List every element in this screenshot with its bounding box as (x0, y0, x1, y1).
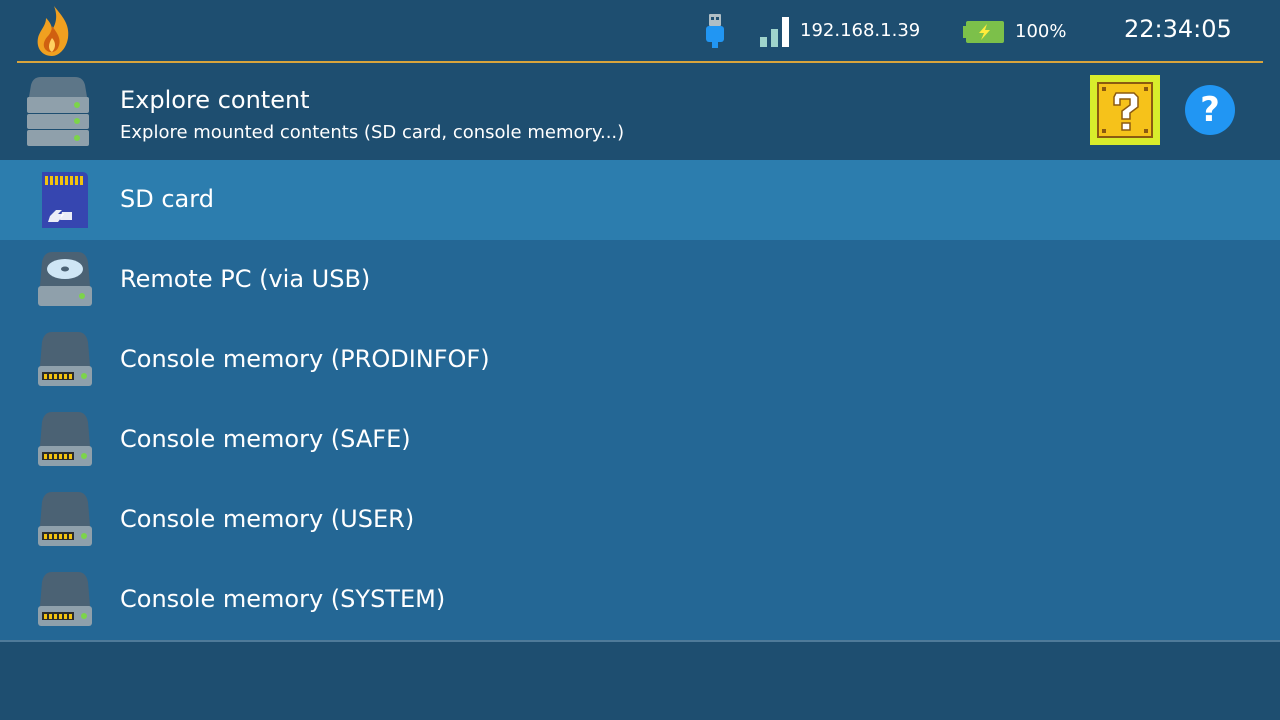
status-bar: 192.168.1.39 100% 22:34:05 (0, 0, 1280, 63)
ip-address: 192.168.1.39 (800, 20, 921, 41)
sd-card-icon (42, 172, 88, 228)
usb-icon (706, 14, 724, 48)
memory-drive-icon (38, 572, 92, 626)
list-item-system[interactable]: Console memory (SYSTEM) (0, 560, 1280, 640)
list-item-safe[interactable]: Console memory (SAFE) (0, 400, 1280, 480)
page-title: Explore content (120, 86, 310, 114)
list-item-remote-pc[interactable]: Remote PC (via USB) (0, 240, 1280, 320)
storage-stack-icon (27, 77, 89, 146)
list-item-label: SD card (120, 185, 214, 213)
list-item-label: Remote PC (via USB) (120, 265, 371, 293)
battery-percentage: 100% (1015, 21, 1067, 42)
optical-drive-icon (38, 252, 92, 306)
flame-logo-icon (37, 6, 69, 56)
memory-drive-icon (38, 492, 92, 546)
page-header: Explore content Explore mounted contents… (0, 63, 1280, 160)
memory-drive-icon (38, 412, 92, 466)
battery-charging-icon (963, 21, 1004, 43)
list-item-label: Console memory (SAFE) (120, 425, 411, 453)
list-item-prodinfof[interactable]: Console memory (PRODINFOF) (0, 320, 1280, 400)
list-item-label: Console memory (USER) (120, 505, 415, 533)
wifi-signal-icon (760, 17, 789, 47)
help-icon: ? (1200, 90, 1220, 130)
footer-bar (0, 642, 1280, 720)
content-list: SD card Remote PC (via USB) Console memo… (0, 160, 1280, 640)
memory-drive-icon (38, 332, 92, 386)
list-item-label: Console memory (SYSTEM) (120, 585, 446, 613)
list-item-label: Console memory (PRODINFOF) (120, 345, 490, 373)
question-block-button[interactable] (1090, 75, 1160, 145)
help-button[interactable]: ? (1185, 85, 1235, 135)
list-item-sd-card[interactable]: SD card (0, 160, 1280, 240)
list-item-user[interactable]: Console memory (USER) (0, 480, 1280, 560)
page-subtitle: Explore mounted contents (SD card, conso… (120, 122, 625, 143)
clock: 22:34:05 (1124, 15, 1232, 43)
question-block-icon (1097, 82, 1153, 138)
